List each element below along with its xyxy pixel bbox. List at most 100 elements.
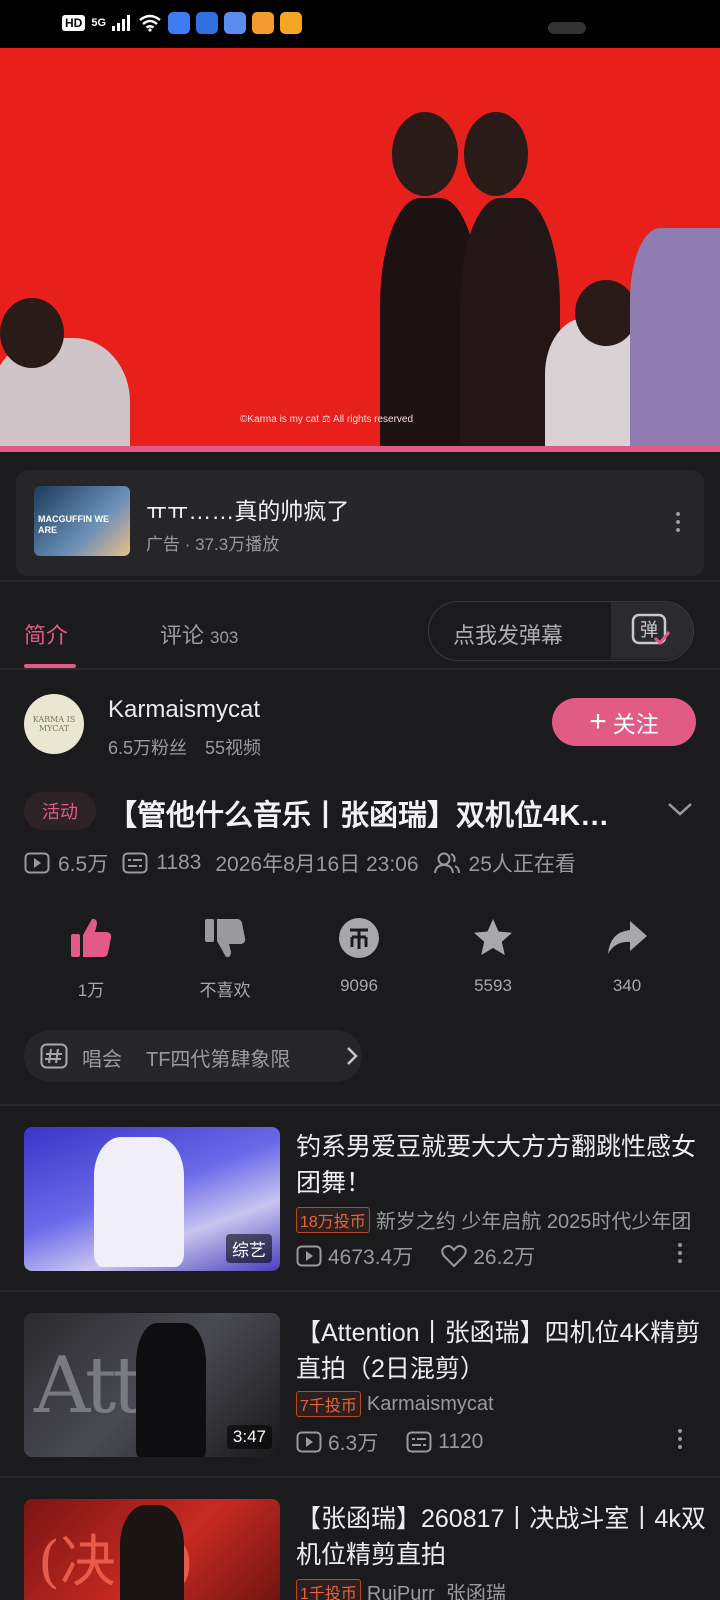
share-icon (608, 921, 647, 954)
list-item[interactable]: (决战) 【张函瑞】260817丨决战斗室丨4k双机位精剪直拍 1千投币 Rui… (0, 1499, 720, 1600)
rec-author[interactable]: RuiPurr_张函瑞 (367, 1577, 506, 1600)
video-progress-bar[interactable] (0, 446, 720, 452)
rec-danmaku: 1120 (438, 1430, 484, 1453)
danmu-box: 点我发弹幕 弹 (428, 601, 694, 661)
heart-icon (441, 1245, 467, 1268)
uploader-videos: 55视频 (205, 738, 262, 758)
video-meta: 6.5万 1183 2026年8月16日 23:06 25人正在看 (24, 848, 590, 878)
avatar[interactable]: KARMA IS MYCAT (24, 694, 84, 754)
list-item[interactable]: 综艺 钓系男爱豆就要大大方方翻跳性感女团舞！ 18万投币 新岁之约 少年启航 2… (0, 1127, 720, 1277)
watching-count: 25人正在看 (468, 853, 576, 876)
rec-views: 6.3万 (328, 1432, 379, 1455)
divider (0, 1104, 720, 1106)
uploader-stats: 6.5万粉丝 55视频 (108, 734, 261, 760)
more-icon[interactable] (670, 1425, 690, 1453)
rec-meta-line: 1千投币 RuiPurr_张函瑞 (296, 1577, 714, 1600)
share-count: 340 (612, 976, 642, 995)
activity-tag[interactable]: 活动 (24, 792, 96, 830)
dislike-button[interactable]: 不喜欢 (175, 912, 275, 1001)
rec-thumbnail: Att 3:47 (24, 1313, 280, 1457)
ad-more-icon[interactable] (668, 508, 688, 536)
rec-title: 【张函瑞】260817丨决战斗室丨4k双机位精剪直拍 (296, 1505, 706, 1569)
dancer-right-head (575, 280, 637, 346)
ad-thumbnail: MACGUFFIN WE ARE (34, 486, 130, 556)
danmu-toggle-icon: 弹 (631, 613, 671, 646)
ad-subtitle: 广告 · 37.3万播放 (146, 535, 280, 554)
danmu-input[interactable]: 点我发弹幕 (453, 618, 563, 650)
wifi-icon (139, 14, 161, 32)
divider (0, 580, 720, 582)
divider (0, 1476, 720, 1478)
rec-title: 钓系男爱豆就要大大方方翻跳性感女团舞！ (296, 1133, 697, 1197)
follow-button[interactable]: + 关注 (552, 698, 696, 746)
video-player[interactable]: ©Karma is my cat ⚖ All rights reserved (0, 48, 720, 452)
app-notification-icon (168, 12, 191, 34)
rec-thumbnail-figure (94, 1137, 184, 1267)
rec-stats: 4673.4万 26.2万 (296, 1241, 563, 1271)
uploader-fans: 6.5万粉丝 (108, 738, 188, 758)
coin-button[interactable]: 9096 (309, 912, 409, 996)
video-watermark: ©Karma is my cat ⚖ All rights reserved (240, 414, 414, 425)
ad-title: ㅠㅠ……真的帅疯了 (146, 498, 350, 524)
tab-intro[interactable]: 简介 (24, 618, 68, 650)
rec-thumbnail: 综艺 (24, 1127, 280, 1271)
share-button[interactable]: 340 (577, 912, 677, 996)
dancer-center-2-head (464, 112, 528, 196)
topic-item[interactable]: 唱会 (82, 1049, 122, 1071)
rec-views: 4673.4万 (328, 1246, 414, 1269)
rec-meta-line: 18万投币 新岁之约 少年启航 2025时代少年团 (296, 1205, 714, 1234)
uploader-name[interactable]: Karmaismycat (108, 696, 260, 724)
shield-notification-icon (196, 12, 219, 34)
favorite-button[interactable]: 5593 (443, 912, 543, 996)
tab-comments[interactable]: 评论 303 (160, 618, 238, 650)
danmu-toggle-button[interactable]: 弹 (611, 602, 693, 659)
network-indicator: 5G (91, 17, 107, 29)
dislike-label: 不喜欢 (199, 981, 251, 1000)
stage-prop (630, 228, 720, 452)
follow-label: 关注 (612, 711, 659, 737)
play-count-icon (24, 852, 50, 874)
plus-icon: + (589, 705, 607, 738)
rec-thumbnail-art: Att (34, 1341, 144, 1431)
play-notification-icon (252, 12, 275, 34)
signal-icon (112, 15, 131, 31)
ad-card[interactable]: MACGUFFIN WE ARE ㅠㅠ……真的帅疯了 广告 · 37.3万播放 (16, 470, 704, 576)
publish-datetime: 2026年8月16日 23:06 (215, 853, 419, 876)
chevron-right-icon[interactable] (346, 1046, 358, 1066)
star-icon (474, 919, 512, 955)
list-item[interactable]: Att 3:47 【Attention丨张函瑞】四机位4K精剪直拍（2日混剪） … (0, 1313, 720, 1463)
more-icon[interactable] (670, 1239, 690, 1267)
play-count-icon (296, 1245, 322, 1267)
topic-item[interactable]: TF四代第肆象限 (146, 1049, 290, 1071)
thumbs-up-icon (71, 918, 112, 957)
rec-thumbnail: (决战) (24, 1499, 280, 1600)
rec-badge: 综艺 (226, 1234, 272, 1263)
rec-title: 【Attention丨张函瑞】四机位4K精剪直拍（2日混剪） (296, 1319, 701, 1383)
like-count: 1万 (77, 981, 105, 1000)
music-notification-icon (224, 12, 247, 34)
rec-author[interactable]: Karmaismycat (367, 1393, 494, 1416)
dancer-center-1-head (392, 112, 458, 196)
coin-count: 9096 (340, 976, 378, 995)
rec-meta: 新岁之约 少年启航 2025时代少年团 (375, 1211, 692, 1233)
chevron-down-icon[interactable] (666, 800, 694, 818)
rec-thumbnail-figure (120, 1505, 184, 1600)
watching-icon (433, 852, 460, 874)
hd-indicator: HD (62, 15, 86, 31)
coin-tag: 1千投币 (296, 1578, 361, 1600)
topic-chip[interactable]: 唱会 TF四代第肆象限 (24, 1030, 362, 1082)
rec-stats: 6.3万 1120 (296, 1427, 511, 1457)
view-count: 6.5万 (58, 853, 109, 876)
coin-tag: 7千投币 (296, 1391, 361, 1417)
coin-icon (339, 918, 379, 958)
coin-tag: 18万投币 (296, 1206, 370, 1233)
tab-comments-label: 评论 (160, 623, 205, 648)
like-button[interactable]: 1万 (41, 912, 141, 1001)
camera-pill (548, 22, 586, 34)
divider (0, 1290, 720, 1292)
rec-meta-line: 7千投币 Karmaismycat (296, 1391, 714, 1417)
tab-comments-count: 303 (210, 628, 239, 647)
status-bar: HD 5G (0, 0, 720, 48)
dancer-left-head (0, 298, 64, 368)
favorite-count: 5593 (474, 976, 512, 995)
